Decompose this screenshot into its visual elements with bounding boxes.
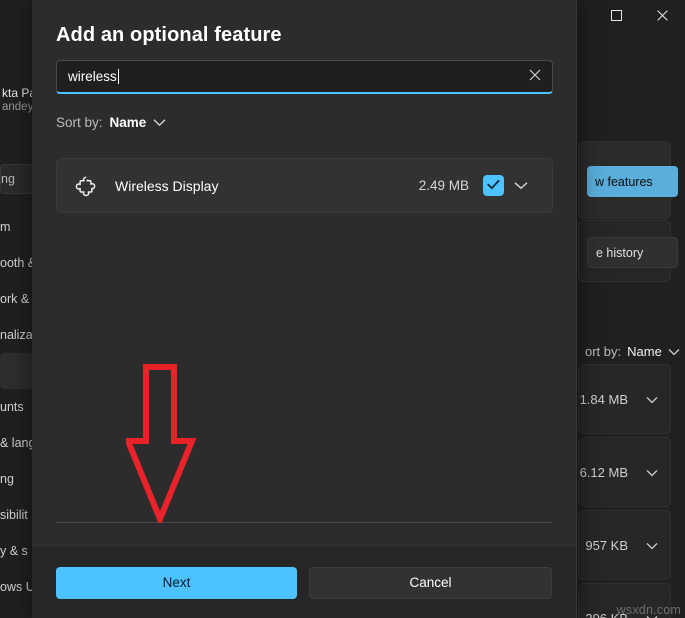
maximize-icon (611, 10, 622, 21)
sidebar-item-time-language[interactable]: & lang (0, 425, 33, 461)
expand-feature-button[interactable] (504, 177, 538, 195)
sidebar-item-apps[interactable] (0, 353, 33, 389)
sidebar-item-accessibility[interactable]: sibilit (0, 497, 33, 533)
background-feature-row[interactable]: 1.84 MB (578, 364, 671, 434)
watermark: wsxdn.com (617, 603, 681, 617)
search-text-wrap: wireless (57, 69, 518, 84)
sidebar-item-personalization[interactable]: nalizat (0, 317, 33, 353)
sidebar-item-network-internet[interactable]: ork & (0, 281, 33, 317)
account-name: kta Pa (2, 86, 33, 100)
background-feature-size: 957 KB (585, 538, 628, 553)
feature-checkbox[interactable] (483, 175, 504, 196)
background-sort-control[interactable]: ort by: Name (585, 344, 680, 359)
background-feature-row[interactable]: 6.12 MB (578, 437, 671, 507)
text-caret (118, 69, 119, 84)
down-arrow-annotation (126, 363, 200, 523)
dialog-footer: Next Cancel (32, 547, 576, 618)
sort-by-label: Sort by: (56, 115, 103, 130)
sidebar-item-privacy-security[interactable]: y & s (0, 533, 33, 569)
dialog-body: Add an optional feature wireless Sort by… (32, 0, 576, 547)
sidebar-item-bluetooth-devices[interactable]: ooth & (0, 245, 33, 281)
sort-by-control[interactable]: Sort by: Name (56, 115, 166, 130)
sidebar-item-gaming[interactable]: ng (0, 461, 33, 497)
sidebar-item-windows-update[interactable]: ows U (0, 569, 33, 605)
check-icon (487, 177, 500, 195)
background-feature-size: 6.12 MB (580, 465, 628, 480)
dialog-title: Add an optional feature (56, 24, 282, 47)
sidebar-nav-list: m ooth & ork & nalizat unts & lang ng si… (0, 209, 33, 605)
search-value: wireless (68, 69, 117, 84)
clear-search-button[interactable] (518, 61, 552, 93)
close-button[interactable] (639, 0, 685, 31)
background-feature-row[interactable]: 957 KB (578, 510, 671, 580)
sidebar-item-accounts[interactable]: unts (0, 389, 33, 425)
settings-sidebar: kta Pa andey ng m ooth & ork & nalizat u… (0, 31, 33, 618)
account-block[interactable]: kta Pa andey (0, 86, 33, 126)
close-icon (657, 10, 668, 21)
background-feature-size: 1.84 MB (580, 392, 628, 407)
screen: kta Pa andey ng m ooth & ork & nalizat u… (0, 0, 685, 618)
chevron-down-icon (153, 118, 166, 127)
puzzle-piece-icon (73, 174, 101, 198)
optional-features-card: w features (578, 141, 671, 219)
feature-name: Wireless Display (101, 178, 419, 194)
close-icon (529, 68, 541, 86)
feature-result-row[interactable]: Wireless Display 2.49 MB (56, 158, 553, 213)
chevron-down-icon (514, 177, 528, 195)
sort-by-value: Name (110, 115, 147, 130)
chevron-down-icon (646, 392, 658, 407)
account-email: andey (2, 100, 33, 114)
chevron-down-icon (646, 465, 658, 480)
next-button[interactable]: Next (56, 567, 297, 599)
background-sort-value: Name (627, 344, 662, 359)
search-input[interactable]: wireless (56, 60, 553, 94)
add-optional-feature-dialog: Add an optional feature wireless Sort by… (32, 0, 577, 618)
maximize-button[interactable] (593, 0, 639, 31)
sidebar-search-input[interactable]: ng (0, 164, 33, 194)
background-sort-label: ort by: (585, 344, 621, 359)
see-history-button[interactable]: e history (587, 237, 678, 268)
view-features-button[interactable]: w features (587, 166, 678, 197)
cancel-button[interactable]: Cancel (309, 567, 552, 599)
chevron-down-icon (646, 538, 658, 553)
feature-history-card: e history (578, 220, 671, 282)
feature-size: 2.49 MB (419, 178, 469, 193)
chevron-down-icon (668, 344, 680, 359)
sidebar-item-system[interactable]: m (0, 209, 33, 245)
